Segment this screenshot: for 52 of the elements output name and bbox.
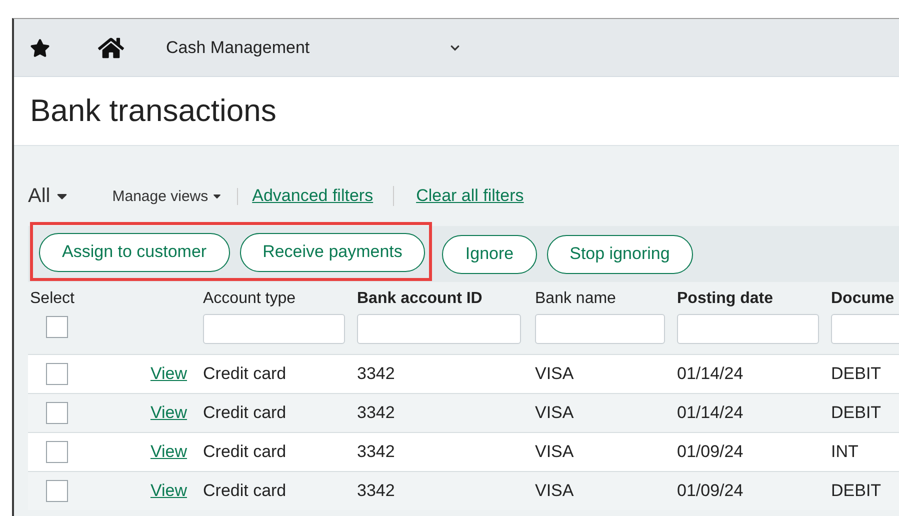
table-cell: 3342 [357, 364, 395, 383]
view-selector[interactable]: All [28, 184, 70, 208]
action-button[interactable]: Ignore [442, 234, 537, 274]
table-cell: Credit card [203, 481, 286, 500]
table-cell: DEBIT [831, 364, 882, 383]
module-selector[interactable]: Cash Management [166, 38, 450, 58]
row-checkbox[interactable] [46, 363, 68, 385]
table-cell: 3342 [357, 442, 395, 461]
table-cell: Credit card [203, 442, 286, 461]
column-filter-field[interactable] [831, 314, 899, 344]
column-header[interactable]: Account type [203, 290, 296, 307]
table-cell: 01/09/24 [677, 442, 744, 461]
view-link[interactable]: View [150, 364, 187, 384]
filter-link[interactable]: Advanced filters [238, 186, 394, 206]
column-header: Select [30, 290, 74, 307]
table-cell: VISA [535, 364, 574, 383]
table-cell: 3342 [357, 481, 395, 500]
table-cell: Credit card [203, 364, 286, 383]
column-filter-field[interactable] [203, 314, 345, 344]
column-header[interactable]: Bank account ID [357, 290, 482, 307]
action-button[interactable]: Assign to customer [39, 232, 230, 272]
view-link[interactable]: View [150, 481, 187, 501]
row-checkbox[interactable] [46, 441, 68, 463]
table-cell: VISA [535, 403, 574, 422]
column-header[interactable]: Posting date [677, 290, 774, 307]
table-cell: 01/14/24 [677, 403, 744, 422]
column-filter-field[interactable] [357, 314, 521, 344]
table-cell: DEBIT [831, 481, 882, 500]
view-link[interactable]: View [150, 442, 187, 462]
table-cell: Credit card [203, 403, 286, 422]
view-link[interactable]: View [150, 403, 187, 423]
column-header[interactable]: Bank name [535, 290, 616, 307]
page-title: Bank transactions [30, 93, 276, 129]
table-cell: INT [831, 442, 858, 461]
table-cell: DEBIT [831, 403, 882, 422]
column-filter-field[interactable] [535, 314, 665, 344]
table-cell: 3342 [357, 403, 395, 422]
star-icon[interactable] [30, 38, 50, 58]
table-cell: VISA [535, 442, 574, 461]
row-checkbox[interactable] [46, 402, 68, 424]
table-cell: 01/14/24 [677, 364, 744, 383]
select-all-checkbox[interactable] [46, 316, 68, 338]
column-header[interactable]: Docume [831, 290, 894, 307]
table-cell: VISA [535, 481, 574, 500]
row-checkbox[interactable] [46, 480, 68, 502]
action-button[interactable]: Stop ignoring [546, 234, 693, 274]
manage-views-menu[interactable]: Manage views [112, 188, 238, 204]
action-button[interactable]: Receive payments [240, 232, 426, 272]
chevron-down-icon[interactable] [450, 42, 460, 52]
filter-link[interactable]: Clear all filters [393, 186, 544, 206]
table-cell: 01/09/24 [677, 481, 744, 500]
column-filter-field[interactable] [677, 314, 819, 344]
